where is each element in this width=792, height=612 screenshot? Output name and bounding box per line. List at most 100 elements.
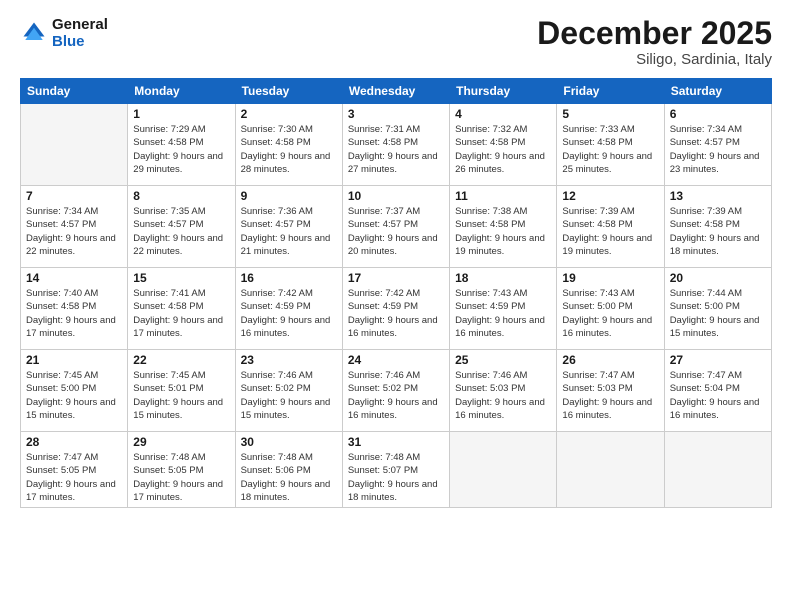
day-info: Sunrise: 7:39 AMSunset: 4:58 PMDaylight:…	[670, 205, 766, 258]
day-number: 10	[348, 189, 444, 203]
day-number: 5	[562, 107, 658, 121]
day-number: 7	[26, 189, 122, 203]
day-info: Sunrise: 7:47 AMSunset: 5:04 PMDaylight:…	[670, 369, 766, 422]
day-info: Sunrise: 7:41 AMSunset: 4:58 PMDaylight:…	[133, 287, 229, 340]
day-info: Sunrise: 7:32 AMSunset: 4:58 PMDaylight:…	[455, 123, 551, 176]
calendar-week-row: 14 Sunrise: 7:40 AMSunset: 4:58 PMDayligh…	[21, 268, 772, 350]
calendar-day-cell: 7 Sunrise: 7:34 AMSunset: 4:57 PMDaylight…	[21, 186, 128, 268]
day-number: 24	[348, 353, 444, 367]
calendar-day-cell: 27 Sunrise: 7:47 AMSunset: 5:04 PMDayligh…	[664, 350, 771, 432]
calendar-day-cell: 1 Sunrise: 7:29 AMSunset: 4:58 PMDaylight…	[128, 104, 235, 186]
calendar-day-cell: 16 Sunrise: 7:42 AMSunset: 4:59 PMDayligh…	[235, 268, 342, 350]
calendar-day-cell: 12Sunrise: 7:39 AMSunset: 4:58 PMDayligh…	[557, 186, 664, 268]
calendar-header-row: SundayMondayTuesdayWednesdayThursdayFrid…	[21, 79, 772, 104]
calendar-day-cell: 31Sunrise: 7:48 AMSunset: 5:07 PMDayligh…	[342, 432, 449, 508]
column-header-sunday: Sunday	[21, 79, 128, 104]
calendar-day-cell: 11Sunrise: 7:38 AMSunset: 4:58 PMDayligh…	[450, 186, 557, 268]
calendar-day-cell: 28Sunrise: 7:47 AMSunset: 5:05 PMDayligh…	[21, 432, 128, 508]
column-header-wednesday: Wednesday	[342, 79, 449, 104]
calendar-day-cell: 22Sunrise: 7:45 AMSunset: 5:01 PMDayligh…	[128, 350, 235, 432]
day-info: Sunrise: 7:46 AMSunset: 5:03 PMDaylight:…	[455, 369, 551, 422]
calendar-day-cell: 25 Sunrise: 7:46 AMSunset: 5:03 PMDayligh…	[450, 350, 557, 432]
calendar-day-cell	[557, 432, 664, 508]
day-info: Sunrise: 7:42 AMSunset: 4:59 PMDaylight:…	[348, 287, 444, 340]
day-info: Sunrise: 7:36 AMSunset: 4:57 PMDaylight:…	[241, 205, 337, 258]
day-info: Sunrise: 7:48 AMSunset: 5:07 PMDaylight:…	[348, 451, 444, 504]
calendar-day-cell: 29 Sunrise: 7:48 AMSunset: 5:05 PMDayligh…	[128, 432, 235, 508]
day-info: Sunrise: 7:30 AMSunset: 4:58 PMDaylight:…	[241, 123, 337, 176]
day-number: 23	[241, 353, 337, 367]
column-header-friday: Friday	[557, 79, 664, 104]
day-info: Sunrise: 7:44 AMSunset: 5:00 PMDaylight:…	[670, 287, 766, 340]
column-header-thursday: Thursday	[450, 79, 557, 104]
day-number: 18	[455, 271, 551, 285]
day-number: 17	[348, 271, 444, 285]
day-info: Sunrise: 7:48 AMSunset: 5:05 PMDaylight:…	[133, 451, 229, 504]
calendar-day-cell: 26Sunrise: 7:47 AMSunset: 5:03 PMDayligh…	[557, 350, 664, 432]
calendar-week-row: 7 Sunrise: 7:34 AMSunset: 4:57 PMDaylight…	[21, 186, 772, 268]
day-info: Sunrise: 7:29 AMSunset: 4:58 PMDaylight:…	[133, 123, 229, 176]
calendar-day-cell: 17 Sunrise: 7:42 AMSunset: 4:59 PMDayligh…	[342, 268, 449, 350]
logo-icon	[20, 19, 48, 47]
day-number: 29	[133, 435, 229, 449]
day-info: Sunrise: 7:43 AMSunset: 4:59 PMDaylight:…	[455, 287, 551, 340]
calendar-day-cell: 10Sunrise: 7:37 AMSunset: 4:57 PMDayligh…	[342, 186, 449, 268]
calendar-day-cell: 6 Sunrise: 7:34 AMSunset: 4:57 PMDaylight…	[664, 104, 771, 186]
day-number: 14	[26, 271, 122, 285]
day-info: Sunrise: 7:34 AMSunset: 4:57 PMDaylight:…	[670, 123, 766, 176]
calendar-day-cell: 13 Sunrise: 7:39 AMSunset: 4:58 PMDayligh…	[664, 186, 771, 268]
day-number: 4	[455, 107, 551, 121]
day-info: Sunrise: 7:46 AMSunset: 5:02 PMDaylight:…	[241, 369, 337, 422]
calendar-day-cell: 3 Sunrise: 7:31 AMSunset: 4:58 PMDaylight…	[342, 104, 449, 186]
day-info: Sunrise: 7:31 AMSunset: 4:58 PMDaylight:…	[348, 123, 444, 176]
day-info: Sunrise: 7:42 AMSunset: 4:59 PMDaylight:…	[241, 287, 337, 340]
calendar-day-cell	[664, 432, 771, 508]
calendar-day-cell: 30 Sunrise: 7:48 AMSunset: 5:06 PMDayligh…	[235, 432, 342, 508]
day-info: Sunrise: 7:47 AMSunset: 5:03 PMDaylight:…	[562, 369, 658, 422]
calendar-day-cell: 4 Sunrise: 7:32 AMSunset: 4:58 PMDaylight…	[450, 104, 557, 186]
day-number: 30	[241, 435, 337, 449]
day-info: Sunrise: 7:48 AMSunset: 5:06 PMDaylight:…	[241, 451, 337, 504]
day-info: Sunrise: 7:35 AMSunset: 4:57 PMDaylight:…	[133, 205, 229, 258]
day-number: 13	[670, 189, 766, 203]
day-number: 3	[348, 107, 444, 121]
calendar-day-cell: 9 Sunrise: 7:36 AMSunset: 4:57 PMDaylight…	[235, 186, 342, 268]
day-info: Sunrise: 7:45 AMSunset: 5:01 PMDaylight:…	[133, 369, 229, 422]
calendar-page: General Blue December 2025 Siligo, Sardi…	[0, 0, 792, 612]
day-number: 20	[670, 271, 766, 285]
day-number: 8	[133, 189, 229, 203]
day-number: 1	[133, 107, 229, 121]
day-number: 9	[241, 189, 337, 203]
logo: General Blue	[20, 16, 108, 50]
column-header-saturday: Saturday	[664, 79, 771, 104]
day-info: Sunrise: 7:43 AMSunset: 5:00 PMDaylight:…	[562, 287, 658, 340]
day-number: 27	[670, 353, 766, 367]
day-number: 25	[455, 353, 551, 367]
day-info: Sunrise: 7:34 AMSunset: 4:57 PMDaylight:…	[26, 205, 122, 258]
calendar-day-cell	[450, 432, 557, 508]
calendar-day-cell: 15 Sunrise: 7:41 AMSunset: 4:58 PMDayligh…	[128, 268, 235, 350]
calendar-day-cell	[21, 104, 128, 186]
logo-text: General Blue	[52, 16, 108, 50]
month-title: December 2025	[537, 16, 772, 51]
column-header-monday: Monday	[128, 79, 235, 104]
calendar-week-row: 21Sunrise: 7:45 AMSunset: 5:00 PMDayligh…	[21, 350, 772, 432]
calendar-table: SundayMondayTuesdayWednesdayThursdayFrid…	[20, 78, 772, 508]
day-number: 15	[133, 271, 229, 285]
day-number: 6	[670, 107, 766, 121]
location: Siligo, Sardinia, Italy	[537, 51, 772, 68]
day-number: 2	[241, 107, 337, 121]
day-info: Sunrise: 7:45 AMSunset: 5:00 PMDaylight:…	[26, 369, 122, 422]
day-info: Sunrise: 7:40 AMSunset: 4:58 PMDaylight:…	[26, 287, 122, 340]
column-header-tuesday: Tuesday	[235, 79, 342, 104]
calendar-day-cell: 19Sunrise: 7:43 AMSunset: 5:00 PMDayligh…	[557, 268, 664, 350]
title-block: December 2025 Siligo, Sardinia, Italy	[537, 16, 772, 68]
day-info: Sunrise: 7:33 AMSunset: 4:58 PMDaylight:…	[562, 123, 658, 176]
day-info: Sunrise: 7:46 AMSunset: 5:02 PMDaylight:…	[348, 369, 444, 422]
calendar-day-cell: 5 Sunrise: 7:33 AMSunset: 4:58 PMDaylight…	[557, 104, 664, 186]
header: General Blue December 2025 Siligo, Sardi…	[20, 16, 772, 68]
day-number: 11	[455, 189, 551, 203]
day-info: Sunrise: 7:47 AMSunset: 5:05 PMDaylight:…	[26, 451, 122, 504]
day-number: 16	[241, 271, 337, 285]
calendar-week-row: 1 Sunrise: 7:29 AMSunset: 4:58 PMDaylight…	[21, 104, 772, 186]
